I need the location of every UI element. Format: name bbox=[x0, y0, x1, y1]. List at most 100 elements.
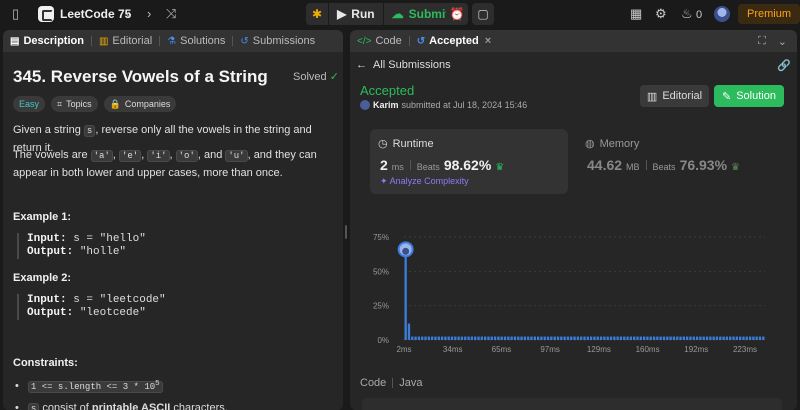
bar bbox=[470, 336, 474, 340]
all-submissions-link[interactable]: All Submissions bbox=[373, 59, 451, 71]
tab-submissions[interactable]: ↺ Submissions bbox=[233, 30, 322, 52]
editorial-button[interactable]: ▥ Editorial bbox=[640, 85, 709, 107]
constraint-2-pre: consist of bbox=[39, 402, 92, 410]
topics-chip[interactable]: ⌗ Topics bbox=[51, 96, 98, 112]
memory-unit: MB bbox=[626, 162, 640, 172]
bar bbox=[676, 336, 679, 340]
submit-label: Submit bbox=[408, 7, 450, 21]
bar bbox=[642, 336, 646, 340]
memory-values: 44.62 MB Beats 76.93% ♛ bbox=[587, 157, 740, 173]
leetcode-logo-icon[interactable] bbox=[38, 6, 54, 22]
output-label: Output: bbox=[27, 246, 74, 258]
runtime-beats-label: Beats bbox=[416, 162, 440, 172]
link-icon[interactable]: 🔗 bbox=[777, 59, 791, 72]
memory-beats-percent: 76.93% bbox=[679, 157, 728, 173]
bar bbox=[464, 336, 467, 340]
bar bbox=[497, 336, 500, 340]
bar bbox=[762, 336, 765, 340]
fire-icon[interactable]: ♨ bbox=[681, 6, 693, 22]
bar bbox=[619, 336, 623, 340]
bar bbox=[467, 336, 470, 340]
bar bbox=[513, 336, 517, 340]
inline-code: s bbox=[83, 125, 96, 137]
bar bbox=[633, 336, 636, 340]
y-tick-label: 25% bbox=[373, 302, 389, 311]
bar bbox=[646, 336, 649, 340]
layout-grid-icon[interactable]: ▦ bbox=[630, 6, 642, 22]
solution-button-label: Solution bbox=[736, 90, 776, 102]
y-tick-label: 50% bbox=[373, 267, 389, 276]
bar bbox=[503, 336, 507, 340]
edit-icon: ✎ bbox=[722, 90, 732, 103]
tab-code[interactable]: </> Code bbox=[350, 30, 409, 52]
run-button[interactable]: ▶ Run bbox=[329, 3, 383, 25]
tab-description[interactable]: ▤ Description bbox=[3, 30, 91, 52]
value-separator bbox=[645, 160, 647, 170]
desc2-and: , and bbox=[197, 149, 226, 161]
shuffle-icon[interactable]: ⤨ bbox=[166, 6, 176, 22]
tab-solutions[interactable]: ⚗ Solutions bbox=[160, 30, 232, 52]
bar bbox=[699, 336, 702, 340]
run-group: ✱ ▶ Run ☁ Submit bbox=[306, 3, 458, 25]
tab-accepted[interactable]: ↺ Accepted × bbox=[410, 30, 498, 52]
problem-title[interactable]: 345. Reverse Vowels of a String bbox=[13, 67, 268, 87]
inline-code: s bbox=[27, 403, 40, 410]
bar bbox=[616, 336, 619, 340]
code-icon: </> bbox=[357, 35, 372, 47]
bar bbox=[596, 336, 599, 340]
tag-chips: Easy ⌗ Topics 🔒 Companies bbox=[13, 96, 177, 112]
notes-button[interactable]: ▢ bbox=[472, 3, 494, 25]
sidebar-toggle-icon[interactable]: ▯ bbox=[12, 6, 19, 22]
bar bbox=[573, 336, 576, 340]
inline-code: 1 <= s.length <= 3 * 105 bbox=[27, 380, 163, 393]
close-icon[interactable]: × bbox=[485, 35, 491, 47]
y-tick-label: 75% bbox=[373, 233, 389, 242]
premium-button[interactable]: Premium bbox=[738, 4, 800, 24]
gear-icon[interactable]: ⚙ bbox=[655, 6, 667, 22]
constraint-2-post: characters. bbox=[170, 402, 228, 410]
bar bbox=[735, 336, 739, 340]
app-title[interactable]: LeetCode 75 bbox=[60, 7, 131, 21]
analyze-complexity-link[interactable]: ✦ Analyze Complexity bbox=[380, 176, 469, 187]
bar bbox=[659, 336, 662, 340]
tab-submissions-label: Submissions bbox=[252, 35, 316, 47]
memory-value: 44.62 bbox=[587, 157, 623, 173]
flask-icon: ⚗ bbox=[167, 35, 177, 47]
bar bbox=[609, 336, 613, 340]
tab-editorial[interactable]: ▥ Editorial bbox=[92, 30, 159, 52]
bar bbox=[560, 336, 563, 340]
bar bbox=[500, 336, 503, 340]
constraint-item: 1 <= s.length <= 3 * 105 bbox=[15, 380, 163, 393]
cloud-upload-icon: ☁ bbox=[391, 7, 404, 21]
history-icon: ↺ bbox=[240, 35, 249, 47]
panel-resize-handle[interactable] bbox=[345, 30, 347, 410]
bar bbox=[662, 336, 666, 340]
memory-card[interactable]: ◍ Memory 44.62 MB Beats 76.93% ♛ bbox=[577, 129, 777, 194]
chevron-left-icon[interactable]: ‹ bbox=[126, 6, 130, 22]
runtime-card[interactable]: ◷ Runtime 2 ms Beats 98.62% ♛ ✦ Analyze … bbox=[370, 129, 568, 194]
timer-button[interactable]: ⏰ bbox=[446, 3, 468, 25]
solution-button[interactable]: ✎ Solution bbox=[714, 85, 784, 107]
debug-button[interactable]: ✱ bbox=[306, 3, 329, 25]
book-icon: ▥ bbox=[98, 35, 109, 47]
value-separator bbox=[409, 160, 411, 170]
chevron-right-icon[interactable]: › bbox=[147, 6, 151, 22]
history-icon: ↺ bbox=[416, 35, 426, 47]
play-icon: ▶ bbox=[337, 7, 347, 21]
memory-chip-icon: ◍ bbox=[585, 138, 595, 150]
avatar[interactable] bbox=[714, 6, 730, 22]
x-tick-label: 34ms bbox=[443, 345, 463, 354]
runtime-distribution-chart[interactable]: 75% 50% 25% 0% 2ms 34ms 65ms 97ms 129ms 160ms 192m… bbox=[360, 200, 775, 360]
bar bbox=[722, 336, 725, 340]
bar bbox=[553, 336, 556, 340]
submitter-name[interactable]: Karim bbox=[373, 100, 399, 110]
bar bbox=[623, 336, 626, 340]
chevron-down-icon[interactable]: ⌄ bbox=[778, 35, 787, 48]
document-icon: ▤ bbox=[10, 35, 20, 47]
code-preview[interactable] bbox=[362, 398, 782, 410]
companies-chip[interactable]: 🔒 Companies bbox=[103, 96, 177, 112]
maximize-icon[interactable]: ⛶ bbox=[758, 35, 766, 48]
bar bbox=[649, 336, 652, 340]
bar bbox=[636, 336, 639, 340]
arrow-left-icon[interactable]: ← bbox=[356, 59, 367, 71]
